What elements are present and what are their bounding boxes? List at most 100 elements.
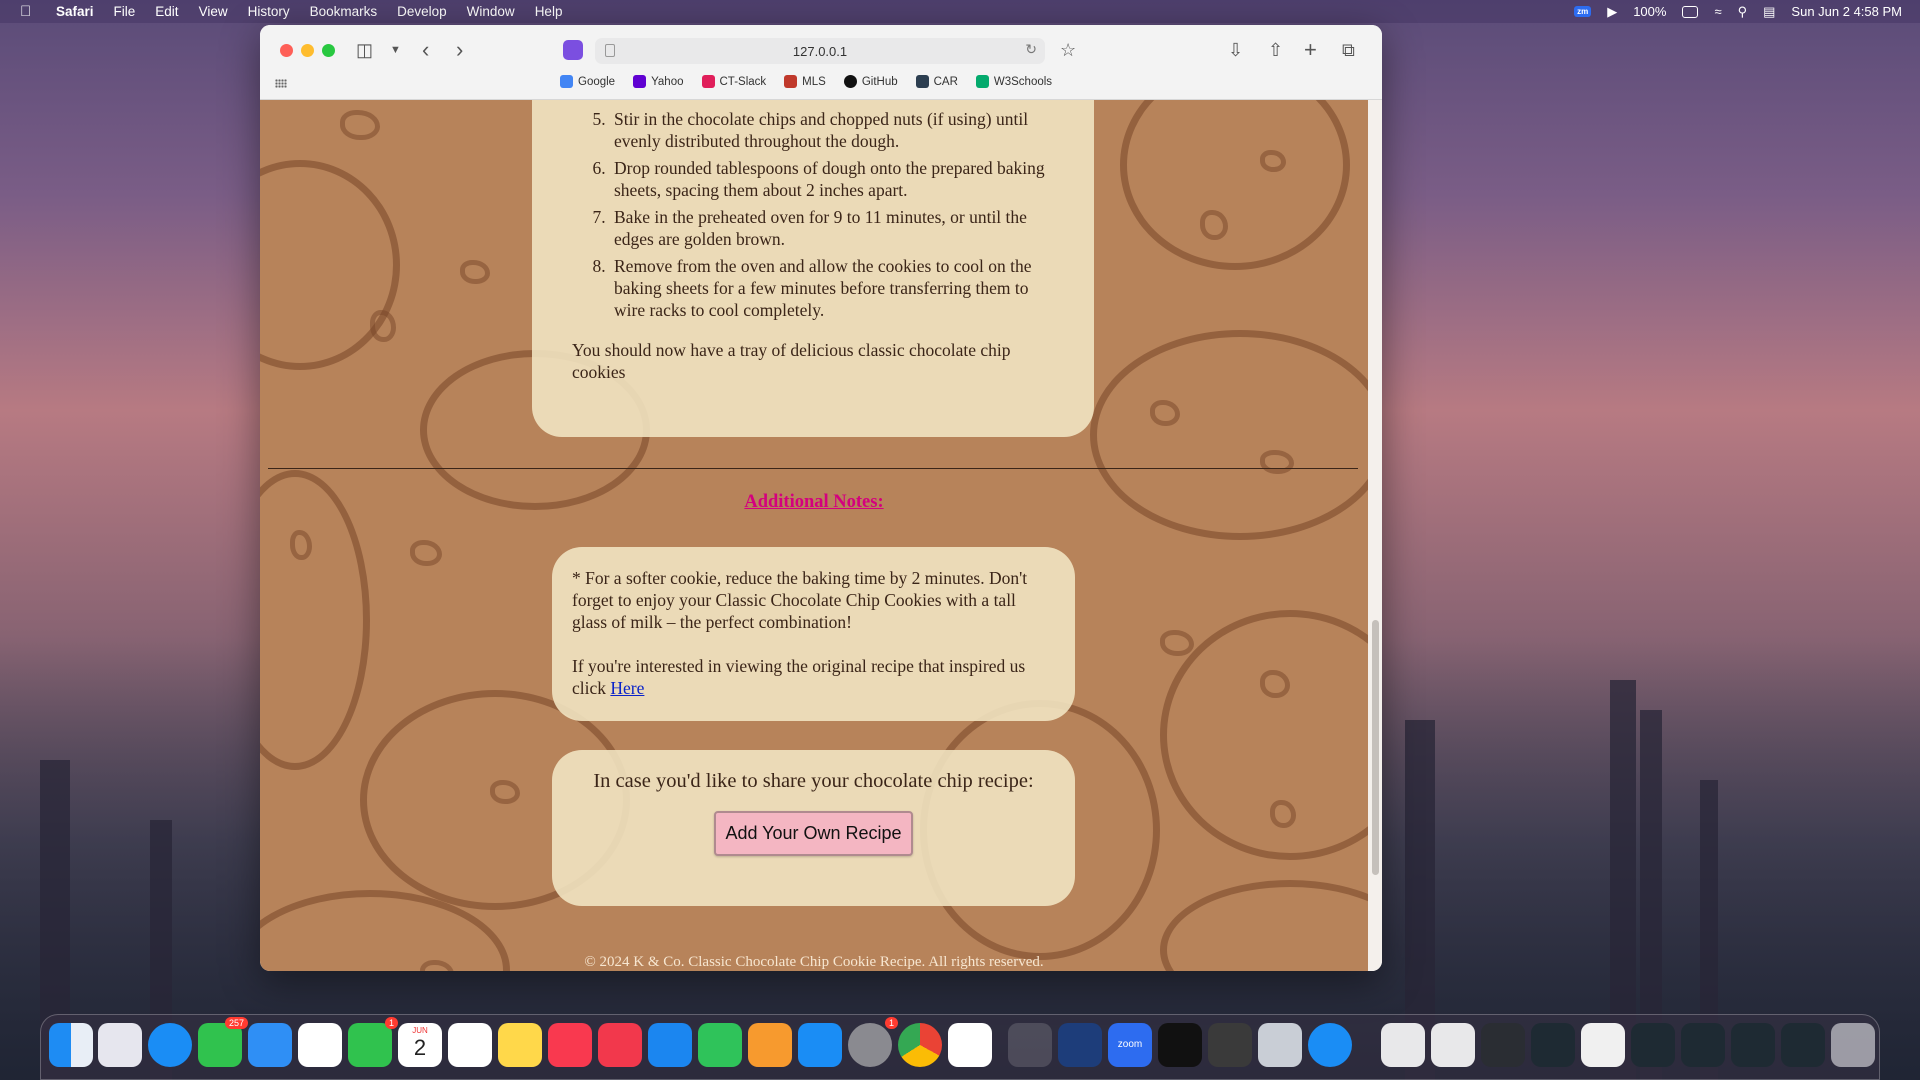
zoom-window-button[interactable] [322, 44, 335, 57]
chevron-down-icon[interactable]: ▼ [390, 38, 401, 62]
add-your-own-recipe-button[interactable]: Add Your Own Recipe [714, 811, 913, 856]
preview-icon[interactable] [1258, 1023, 1302, 1067]
numbers-icon[interactable] [698, 1023, 742, 1067]
new-tab-icon[interactable]: + [1304, 38, 1317, 62]
bookmark-github[interactable]: GitHub [843, 75, 898, 88]
window-thumbnail[interactable] [1781, 1023, 1825, 1067]
bookmark-car[interactable]: CAR [915, 75, 958, 88]
launchpad-icon[interactable] [98, 1023, 142, 1067]
news-icon[interactable] [598, 1023, 642, 1067]
photos-icon[interactable] [298, 1023, 342, 1067]
additional-notes-heading: Additional Notes: [744, 492, 884, 512]
softer-cookie-note: * For a softer cookie, reduce the baking… [572, 568, 1028, 632]
share-recipe-card: In case you'd like to share your chocola… [552, 750, 1075, 906]
terminal-icon[interactable] [1158, 1023, 1202, 1067]
step-item: Stir in the chocolate chips and chopped … [610, 108, 1060, 152]
safari-icon[interactable] [148, 1023, 192, 1067]
bookmark-ct-slack[interactable]: CT-Slack [701, 75, 766, 88]
menu-help[interactable]: Help [535, 4, 563, 19]
menu-bookmarks[interactable]: Bookmarks [310, 4, 378, 19]
battery-icon[interactable] [1682, 5, 1699, 18]
sidebar-toggle-icon[interactable]: ◫ [356, 38, 373, 62]
facetime-badge: 1 [384, 1017, 398, 1029]
window-thumbnail[interactable] [1581, 1023, 1625, 1067]
now-playing-icon[interactable]: ▶ [1607, 4, 1617, 20]
menubar-clock[interactable]: Sun Jun 2 4:58 PM [1791, 4, 1902, 19]
bookmarks-bar: Google Yahoo CT-Slack MLS GitHub CAR W3S… [560, 75, 1052, 88]
bookmark-w3schools[interactable]: W3Schools [975, 75, 1052, 88]
window-thumbnail[interactable] [1381, 1023, 1425, 1067]
bookmark-mls[interactable]: MLS [784, 75, 826, 88]
car-icon [915, 75, 929, 88]
window-thumbnail[interactable] [1631, 1023, 1675, 1067]
bookmark-star-icon[interactable]: ☆ [1060, 38, 1076, 62]
menu-edit[interactable]: Edit [155, 4, 178, 19]
browser-toolbar: ◫ ▼ ‹ › 127.0.0.1 ↻ ☆ ⇩ ⇧ + ⧉ Google Yah… [260, 25, 1382, 100]
calendar-icon[interactable]: JUN 2 [398, 1023, 442, 1067]
mls-icon [784, 75, 798, 88]
pages-icon[interactable] [748, 1023, 792, 1067]
menu-view[interactable]: View [199, 4, 228, 19]
messages-icon[interactable]: 257 [198, 1017, 248, 1067]
google-icon [560, 75, 573, 88]
window-thumbnail[interactable] [1481, 1023, 1525, 1067]
inkscape-icon[interactable] [1008, 1023, 1052, 1067]
finder-icon[interactable] [49, 1023, 93, 1067]
extension-icon[interactable] [563, 40, 583, 60]
control-center-icon[interactable]: ▤ [1763, 4, 1775, 20]
share-recipe-prompt: In case you'd like to share your chocola… [593, 770, 1034, 792]
trash-icon[interactable] [1831, 1023, 1875, 1067]
menu-window[interactable]: Window [467, 4, 515, 19]
safari-downloads-icon[interactable] [1308, 1023, 1352, 1067]
facetime-icon[interactable]: 1 [348, 1017, 398, 1067]
bookmark-yahoo[interactable]: Yahoo [633, 75, 684, 88]
chrome-icon[interactable] [898, 1023, 942, 1067]
menu-history[interactable]: History [248, 4, 290, 19]
bookmark-google[interactable]: Google [560, 75, 615, 88]
zoom-icon[interactable]: zoom [1108, 1023, 1152, 1067]
mail-icon[interactable] [248, 1023, 292, 1067]
system-settings-icon[interactable]: 1 [848, 1017, 898, 1067]
music-icon[interactable] [548, 1023, 592, 1067]
forward-arrow-icon[interactable]: › [456, 38, 463, 62]
menu-develop[interactable]: Develop [397, 4, 447, 19]
window-thumbnail[interactable] [1731, 1023, 1775, 1067]
dock: 257 1 JUN 2 1 zoom [40, 1014, 1880, 1080]
scrollbar-thumb[interactable] [1372, 620, 1379, 875]
safari-window: ◫ ▼ ‹ › 127.0.0.1 ↻ ☆ ⇩ ⇧ + ⧉ Google Yah… [260, 25, 1382, 971]
app-store-icon[interactable] [798, 1023, 842, 1067]
apple-menu-icon[interactable]:  [20, 3, 38, 20]
calculator-icon[interactable] [1208, 1023, 1252, 1067]
mysql-workbench-icon[interactable] [1058, 1023, 1102, 1067]
window-thumbnail[interactable] [1431, 1023, 1475, 1067]
back-arrow-icon[interactable]: ‹ [422, 38, 429, 62]
tab-overview-icon[interactable]: ⧉ [1342, 38, 1355, 62]
zoom-status-icon[interactable]: zm [1574, 6, 1592, 17]
wifi-icon[interactable]: ≈ [1714, 4, 1721, 19]
step-item: Drop rounded tablespoons of dough onto t… [610, 157, 1060, 201]
window-thumbnail[interactable] [1531, 1023, 1575, 1067]
minimize-window-button[interactable] [301, 44, 314, 57]
instructions-card: Stir in the chocolate chips and chopped … [532, 100, 1094, 437]
page-icon [605, 44, 615, 57]
downloads-icon[interactable]: ⇩ [1228, 38, 1243, 62]
yahoo-icon [633, 75, 647, 88]
favorites-grid-icon[interactable] [275, 79, 287, 88]
address-bar[interactable]: 127.0.0.1 ↻ [595, 38, 1045, 64]
reload-icon[interactable]: ↻ [1025, 41, 1037, 58]
instruction-steps-list: Stir in the chocolate chips and chopped … [572, 108, 1060, 321]
vscode-icon[interactable] [948, 1023, 992, 1067]
notes-icon[interactable] [498, 1023, 542, 1067]
page-scrollbar[interactable] [1368, 100, 1382, 971]
calendar-day: 2 [413, 1035, 427, 1060]
original-recipe-link[interactable]: Here [610, 678, 644, 698]
menu-app-name[interactable]: Safari [56, 4, 94, 19]
menu-file[interactable]: File [114, 4, 136, 19]
spotlight-search-icon[interactable]: ⚲ [1738, 4, 1748, 20]
original-recipe-note: If you're interested in viewing the orig… [572, 656, 1026, 698]
close-window-button[interactable] [280, 44, 293, 57]
share-icon[interactable]: ⇧ [1268, 38, 1283, 62]
reminders-icon[interactable] [448, 1023, 492, 1067]
window-thumbnail[interactable] [1681, 1023, 1725, 1067]
keynote-icon[interactable] [648, 1023, 692, 1067]
